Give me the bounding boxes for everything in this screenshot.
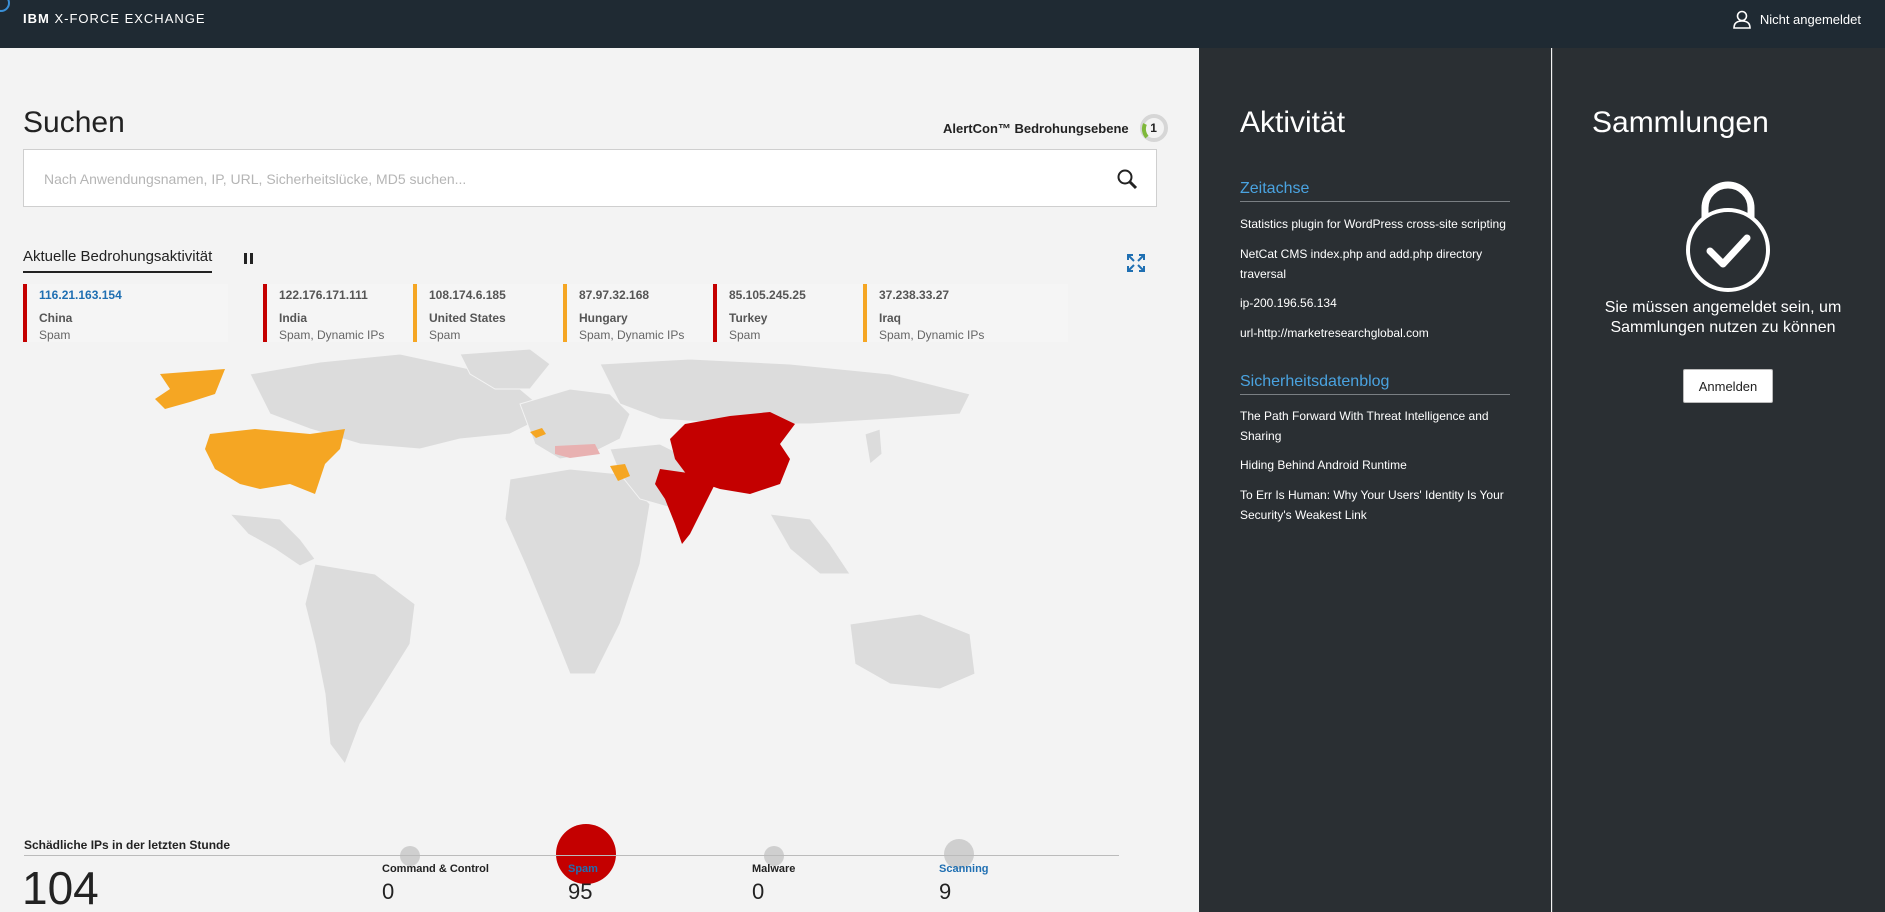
threat-cards: 116.21.163.154 China Spam 122.176.171.11… (23, 284, 1125, 346)
threat-ip[interactable]: 116.21.163.154 (39, 288, 228, 302)
pause-icon[interactable] (244, 253, 254, 265)
map-australia (849, 613, 976, 690)
search-box (23, 149, 1157, 208)
search-icon[interactable] (1116, 168, 1138, 190)
blog-link[interactable]: To Err Is Human: Why Your Users' Identit… (1240, 485, 1510, 525)
collections-panel: Sammlungen Sie müssen angemeldet sein, u… (1552, 48, 1885, 912)
timeline-link[interactable]: Statistics plugin for WordPress cross-si… (1240, 214, 1510, 234)
stat-label: Malware (752, 863, 796, 875)
stat-label: Spam (568, 863, 598, 875)
map-mexico (228, 513, 316, 567)
tab-current-threat-activity[interactable]: Aktuelle Bedrohungsaktivität (23, 248, 213, 273)
map-africa (504, 468, 651, 675)
stat-value: 0 (752, 879, 765, 904)
map-southeast-asia (769, 513, 851, 575)
logo-mark-icon (0, 0, 10, 12)
alertcon-indicator[interactable]: AlertCon™ Bedrohungsebene 1 (943, 113, 1169, 143)
search-input[interactable] (42, 150, 1086, 208)
stat-malware[interactable]: Malware 0 (752, 863, 795, 905)
divider (24, 855, 1119, 856)
stat-scanning[interactable]: Scanning 9 (939, 863, 989, 905)
fullscreen-icon[interactable] (1127, 254, 1145, 272)
login-required-message: Sie müssen angemeldet sein, um Sammlunge… (1604, 299, 1842, 336)
blog-link[interactable]: Hiding Behind Android Runtime (1240, 455, 1510, 475)
alertcon-gauge-icon: 1 (1139, 113, 1169, 143)
timeline-heading[interactable]: Zeitachse (1240, 180, 1510, 202)
top-bar: IBM X-FORCE EXCHANGE Nicht angemeldet (0, 0, 1885, 48)
blog-heading[interactable]: Sicherheitsdatenblog (1240, 373, 1510, 395)
world-map[interactable] (130, 344, 1110, 814)
timeline-link[interactable]: NetCat CMS index.php and add.php directo… (1240, 244, 1510, 284)
threat-country: Iraq (879, 311, 902, 325)
stat-value: 0 (382, 879, 395, 904)
threat-tags: Spam, Dynamic IPs (879, 328, 985, 342)
user-status-text: Nicht angemeldet (1759, 11, 1861, 27)
login-button[interactable]: Anmelden (1683, 369, 1773, 403)
alertcon-level: 1 (1150, 121, 1157, 135)
threat-ip[interactable]: 37.238.33.27 (879, 288, 1068, 302)
alertcon-label: AlertCon™ Bedrohungsebene (943, 120, 1129, 136)
threat-country: China (39, 311, 73, 325)
malicious-ips-total: 104 (22, 862, 99, 912)
timeline-link[interactable]: url-http://marketresearchglobal.com (1240, 323, 1510, 343)
stat-label: Scanning (939, 863, 989, 875)
stat-label: Command & Control (382, 863, 489, 875)
malicious-ips-label: Schädliche IPs in der letzten Stunde (24, 838, 231, 852)
map-japan (864, 428, 883, 465)
timeline-link[interactable]: ip-200.196.56.134 (1240, 293, 1510, 313)
activity-title: Aktivität (1240, 106, 1346, 139)
stat-command-control[interactable]: Command & Control 0 (382, 863, 489, 905)
stat-value: 95 (568, 879, 593, 904)
user-icon (1733, 10, 1751, 29)
threat-card[interactable]: 116.21.163.154 China Spam (23, 284, 228, 342)
brand-logo[interactable]: IBM X-FORCE EXCHANGE (23, 11, 206, 26)
map-india (655, 469, 715, 544)
user-login-status[interactable]: Nicht angemeldet (1732, 9, 1861, 29)
page-title: Suchen (23, 106, 125, 139)
blog-link[interactable]: The Path Forward With Threat Intelligenc… (1240, 406, 1510, 446)
map-south-america (304, 563, 416, 766)
collections-title: Sammlungen (1592, 106, 1769, 139)
map-alaska (155, 369, 225, 409)
map-russia (599, 358, 971, 425)
activity-panel: Aktivität Zeitachse Statistics plugin fo… (1199, 48, 1551, 912)
threat-card[interactable]: 37.238.33.27 Iraq Spam, Dynamic IPs (863, 284, 1068, 342)
threat-tags: Spam (39, 328, 71, 342)
map-usa (205, 429, 345, 494)
lock-check-icon (1686, 181, 1770, 292)
search-panel: Suchen AlertCon™ Bedrohungsebene 1 Aktue… (0, 48, 1199, 912)
stat-spam[interactable]: Spam 95 (568, 863, 598, 905)
stat-value: 9 (939, 879, 952, 904)
